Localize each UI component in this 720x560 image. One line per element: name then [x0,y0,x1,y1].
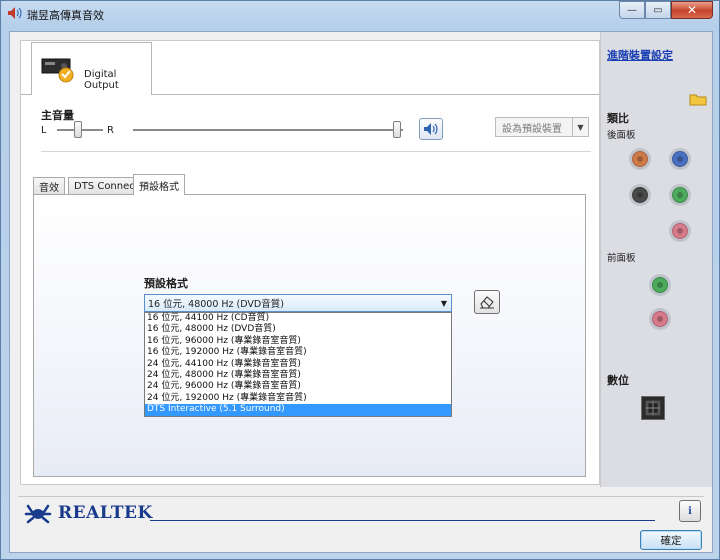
default-format-title: 預設格式 [144,277,188,290]
minimize-button[interactable]: — [619,1,645,19]
info-icon: i [688,505,692,517]
mute-button[interactable] [419,118,443,140]
format-dropdown-list: 16 位元, 44100 Hz (CD音質) 16 位元, 48000 Hz (… [144,312,452,417]
window-title: 瑞昱高傳真音效 [27,9,104,22]
balance-slider-thumb[interactable] [74,121,82,138]
front-jack-pink[interactable] [649,308,671,330]
realtek-brand-text: REALTEK [58,503,153,523]
realtek-crab-icon [24,504,52,524]
volume-slider-thumb[interactable] [393,121,401,138]
eraser-icon [480,296,494,309]
realtek-logo: REALTEK [24,502,153,524]
connector-panel: 進階裝置設定 類比 後面板 前面板 數位 [600,32,712,487]
close-icon: ✕ [686,3,698,17]
front-jack-green[interactable] [649,274,671,296]
master-volume-title: 主音量 [41,109,74,122]
set-default-device-label: 設為預設裝置 [502,123,562,135]
format-option[interactable]: 24 位元, 192000 Hz (專業錄音室音質) [145,393,451,404]
window: 瑞昱高傳真音效 — ▭ ✕ Digital Output 主音量 L R 設為預… [0,0,720,560]
ok-button[interactable]: 確定 [640,530,702,550]
device-tab-label: Digital Output [84,69,119,91]
chevron-down-icon[interactable]: ▼ [572,118,588,136]
format-option[interactable]: 16 位元, 48000 Hz (DVD音質) [145,324,451,335]
digital-title: 數位 [607,374,629,387]
jack-blue[interactable] [669,148,691,170]
main-panel: Digital Output 主音量 L R 設為預設裝置 ▼ 音效 DTS C… [20,40,600,485]
maximize-button[interactable]: ▭ [645,1,671,19]
jack-black[interactable] [629,184,651,206]
format-option[interactable]: 24 位元, 44100 Hz (專業錄音室音質) [145,359,451,370]
tab-sound-effects[interactable]: 音效 [33,177,65,194]
format-option[interactable]: 24 位元, 96000 Hz (專業錄音室音質) [145,381,451,392]
advanced-device-settings-link[interactable]: 進階裝置設定 [607,47,673,63]
balance-left-label: L [41,125,47,136]
analog-title: 類比 [607,112,629,125]
rear-panel-label: 後面板 [607,130,636,141]
close-button[interactable]: ✕ [671,1,713,19]
info-button[interactable]: i [679,500,701,522]
digital-output-device-icon [41,58,74,83]
jack-orange[interactable] [629,148,651,170]
front-panel-label: 前面板 [607,253,636,264]
volume-slider-track[interactable] [133,129,403,131]
tab-default-format[interactable]: 預設格式 [133,174,185,195]
reset-format-button[interactable] [474,290,500,314]
maximize-icon: ▭ [653,4,663,16]
format-option[interactable]: 24 位元, 48000 Hz (專業錄音室音質) [145,370,451,381]
format-select[interactable]: 16 位元, 48000 Hz (DVD音質) ▼ [144,294,452,312]
minimize-icon: — [627,4,637,16]
speaker-icon [8,7,22,19]
folder-icon[interactable] [689,92,707,106]
jack-green[interactable] [669,184,691,206]
speaker-volume-icon [424,123,438,135]
format-option[interactable]: 16 位元, 192000 Hz (專業錄音室音質) [145,347,451,358]
format-option[interactable]: 16 位元, 96000 Hz (專業錄音室音質) [145,336,451,347]
client-area: Digital Output 主音量 L R 設為預設裝置 ▼ 音效 DTS C… [9,31,713,553]
default-format-panel: 預設格式 16 位元, 48000 Hz (DVD音質) ▼ 16 位元, 44… [33,194,586,477]
format-option-highlighted[interactable]: DTS Interactive (5.1 Surround) [145,404,451,416]
chevron-down-icon: ▼ [440,298,448,308]
title-bar: 瑞昱高傳真音效 — ▭ ✕ [1,1,719,27]
balance-right-label: R [107,125,114,136]
jack-pink[interactable] [669,220,691,242]
format-option[interactable]: 16 位元, 44100 Hz (CD音質) [145,313,451,324]
format-select-value: 16 位元, 48000 Hz (DVD音質) [148,299,284,310]
spdif-output-icon[interactable] [641,396,665,420]
device-tab-digital-output[interactable]: Digital Output [31,42,152,94]
set-default-device-dropdown[interactable]: 設為預設裝置 ▼ [495,117,589,137]
